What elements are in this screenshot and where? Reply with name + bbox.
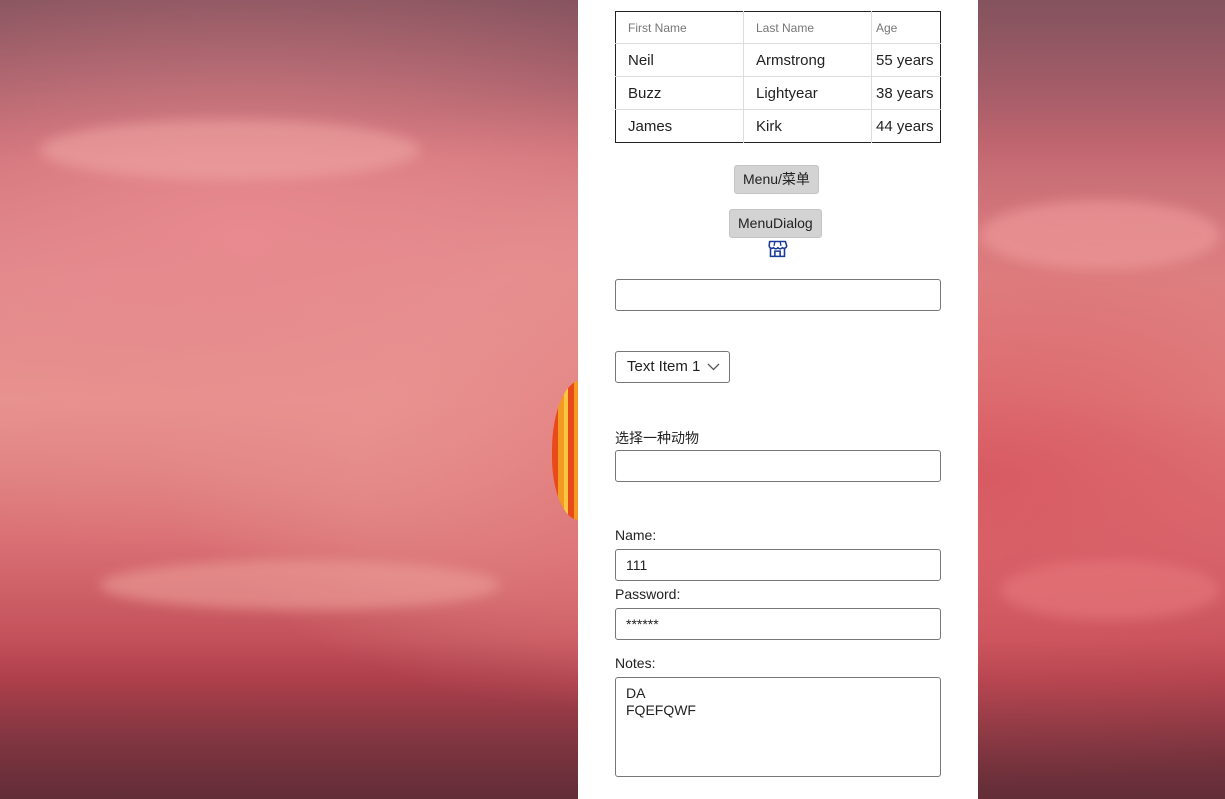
background-cloud xyxy=(980,200,1220,270)
people-table: First Name Last Name Age Neil Armstrong … xyxy=(615,11,941,143)
header-age: Age xyxy=(871,11,941,44)
name-label: Name: xyxy=(615,527,657,543)
notes-line: DA xyxy=(626,685,646,701)
header-first-name: First Name xyxy=(615,11,744,44)
cell-age: 38 years xyxy=(871,76,941,110)
notes-textarea[interactable]: DA FQEFQWF xyxy=(615,677,941,777)
chevron-down-icon xyxy=(707,363,720,371)
cell-first-name: James xyxy=(615,109,744,143)
background-cloud xyxy=(100,560,500,610)
cell-last-name: Lightyear xyxy=(743,76,872,110)
table-row: Buzz Lightyear 38 years xyxy=(615,76,941,110)
dropdown-selected-value: Text Item 1 xyxy=(627,358,701,375)
menu-dialog-button[interactable]: MenuDialog xyxy=(729,209,822,238)
table-row: James Kirk 44 years xyxy=(615,109,941,143)
name-field[interactable]: 111 xyxy=(615,549,941,581)
notes-label: Notes: xyxy=(615,655,656,671)
background-cloud xyxy=(40,120,420,180)
password-label: Password: xyxy=(615,586,681,602)
text-input[interactable] xyxy=(615,279,941,311)
table-row: Neil Armstrong 55 years xyxy=(615,43,941,77)
table-header-row: First Name Last Name Age xyxy=(615,11,941,44)
store-icon[interactable] xyxy=(767,238,788,259)
notes-line: FQEFQWF xyxy=(626,702,696,718)
animal-input[interactable] xyxy=(615,450,941,482)
cell-first-name: Buzz xyxy=(615,76,744,110)
header-last-name: Last Name xyxy=(743,11,872,44)
cell-last-name: Armstrong xyxy=(743,43,872,77)
cell-last-name: Kirk xyxy=(743,109,872,143)
text-item-dropdown[interactable]: Text Item 1 xyxy=(615,351,730,383)
menu-button[interactable]: Menu/菜单 xyxy=(734,165,819,194)
animal-label: 选择一种动物 xyxy=(615,430,699,446)
cell-first-name: Neil xyxy=(615,43,744,77)
cell-age: 44 years xyxy=(876,117,934,135)
background-cloud xyxy=(1000,560,1220,620)
password-field[interactable]: ****** xyxy=(615,608,941,640)
main-panel: First Name Last Name Age Neil Armstrong … xyxy=(578,0,978,799)
cell-age: 55 years xyxy=(871,43,941,77)
